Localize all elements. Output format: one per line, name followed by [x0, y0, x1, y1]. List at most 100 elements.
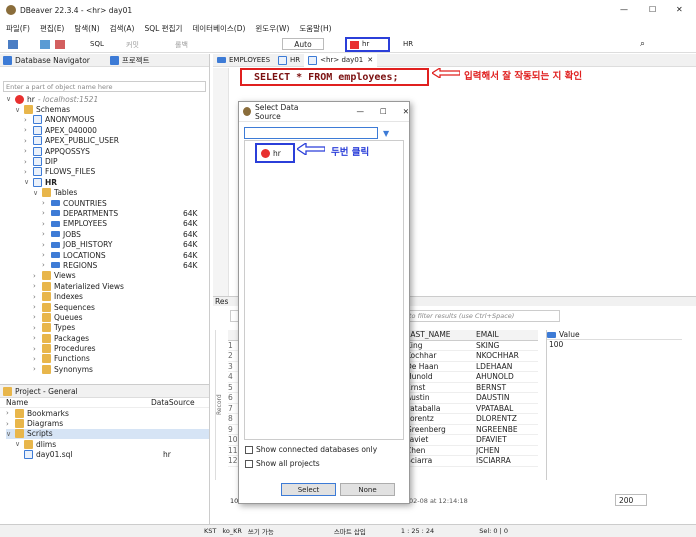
cell-email[interactable]: VPATABAL: [476, 404, 536, 413]
search-icon[interactable]: ⌕: [640, 39, 645, 49]
hr-schema-node[interactable]: HR: [45, 178, 57, 187]
show-connected-checkbox[interactable]: Show connected databases only: [245, 445, 377, 454]
tab-hr[interactable]: HR: [274, 53, 304, 67]
dialog-close[interactable]: ✕: [403, 107, 409, 116]
schema-node[interactable]: › DIP: [6, 156, 209, 167]
table-node[interactable]: › EMPLOYEES 64K: [6, 219, 209, 229]
transaction-mode[interactable]: Auto: [282, 38, 324, 50]
disconnect-icon[interactable]: [55, 40, 65, 49]
minimize-button[interactable]: —: [620, 5, 628, 14]
commit-button[interactable]: 커밋: [126, 40, 139, 50]
scripts-node[interactable]: Scripts: [27, 429, 53, 438]
cell-email[interactable]: NKOCHHAR: [476, 351, 536, 360]
schema-node[interactable]: › FLOWS_FILES: [6, 167, 209, 177]
menu-navigate[interactable]: 탐색(N): [74, 23, 99, 34]
tab-project-general[interactable]: Project - General: [15, 387, 78, 396]
tables-node[interactable]: Tables: [54, 188, 77, 197]
new-connection-icon[interactable]: [8, 40, 18, 49]
cell-last-name[interactable]: Greenberg: [406, 425, 476, 434]
menu-search[interactable]: 검색(A): [110, 23, 135, 34]
dlims-folder[interactable]: dlims: [36, 440, 56, 449]
cell-email[interactable]: SKING: [476, 341, 536, 350]
cell-last-name[interactable]: Kochhar: [406, 351, 476, 360]
schema-node[interactable]: › APEX_PUBLIC_USER: [6, 136, 209, 146]
folder-node[interactable]: › Types: [6, 323, 209, 333]
sql-statement[interactable]: SELECT * FROM employees;: [254, 72, 399, 83]
folder-node[interactable]: › Views: [6, 271, 209, 281]
schema-selector[interactable]: HR: [403, 40, 413, 48]
folder-node[interactable]: › Functions: [6, 354, 209, 364]
menu-help[interactable]: 도움말(H): [299, 23, 331, 34]
cell-email[interactable]: BERNST: [476, 383, 536, 392]
datasource-item-hr[interactable]: hr: [255, 143, 295, 163]
bookmarks-node[interactable]: Bookmarks: [27, 409, 69, 418]
folder-node[interactable]: › Packages: [6, 333, 209, 343]
cell-last-name[interactable]: Pataballa: [406, 404, 476, 413]
day01-file[interactable]: day01.sql: [36, 450, 163, 459]
tab-employees[interactable]: EMPLOYEES: [213, 53, 274, 67]
tab-value[interactable]: Value: [559, 330, 580, 339]
cell-last-name[interactable]: Hunold: [406, 372, 476, 381]
none-button[interactable]: None: [340, 483, 395, 496]
folder-node[interactable]: › Materialized Views: [6, 281, 209, 291]
cell-last-name[interactable]: Austin: [406, 393, 476, 402]
folder-node[interactable]: › Queues: [6, 312, 209, 322]
close-button[interactable]: ✕: [676, 5, 683, 14]
dialog-minimize[interactable]: —: [356, 107, 364, 116]
menu-edit[interactable]: 편집(E): [40, 23, 64, 34]
dialog-filter-icon[interactable]: ▼: [383, 129, 389, 138]
folder-node[interactable]: › Sequences: [6, 302, 209, 312]
datasource-selector[interactable]: hr: [345, 37, 390, 52]
tab-database-navigator[interactable]: Database Navigator: [15, 56, 90, 65]
diagrams-node[interactable]: Diagrams: [27, 419, 63, 428]
cell-email[interactable]: DFAVIET: [476, 435, 536, 444]
filter-input[interactable]: Enter a part of object name here: [4, 83, 113, 91]
table-node[interactable]: › COUNTRIES: [6, 198, 209, 208]
cell-email[interactable]: DLORENTZ: [476, 414, 536, 423]
schema-node[interactable]: › APPQOSSYS: [6, 146, 209, 156]
maximize-button[interactable]: ☐: [649, 5, 656, 14]
cell-last-name[interactable]: De Haan: [406, 362, 476, 371]
schemas-node[interactable]: Schemas: [36, 105, 70, 114]
cell-last-name[interactable]: Lorentz: [406, 414, 476, 423]
cell-email[interactable]: LDEHAAN: [476, 362, 536, 371]
menu-window[interactable]: 윈도우(W): [255, 23, 289, 34]
table-node[interactable]: › DEPARTMENTS 64K: [6, 208, 209, 218]
connection-node[interactable]: hr: [27, 95, 35, 104]
connect-icon[interactable]: [40, 40, 50, 49]
sql-button[interactable]: SQL: [90, 40, 104, 48]
fetch-limit[interactable]: 200: [615, 494, 647, 506]
cell-last-name[interactable]: Ernst: [406, 383, 476, 392]
select-button[interactable]: Select: [281, 483, 336, 496]
cell-email[interactable]: NGREENBE: [476, 425, 536, 434]
table-node[interactable]: › LOCATIONS 64K: [6, 250, 209, 260]
cell-email[interactable]: DAUSTIN: [476, 393, 536, 402]
menu-file[interactable]: 파일(F): [6, 23, 30, 34]
table-node[interactable]: › JOBS 64K: [6, 229, 209, 239]
cell-email[interactable]: ISCIARRA: [476, 456, 536, 465]
tab-projects[interactable]: 프로젝트: [122, 55, 150, 66]
folder-node[interactable]: › Procedures: [6, 343, 209, 354]
cell-email[interactable]: JCHEN: [476, 446, 536, 455]
folder-node[interactable]: › Indexes: [6, 291, 209, 302]
cell-last-name[interactable]: Faviet: [406, 435, 476, 444]
show-all-projects-checkbox[interactable]: Show all projects: [245, 459, 320, 468]
dialog-filter-input[interactable]: [244, 127, 378, 139]
column-email[interactable]: EMAIL: [476, 330, 536, 339]
cell-email[interactable]: AHUNOLD: [476, 372, 536, 381]
table-node[interactable]: › JOB_HISTORY 64K: [6, 239, 209, 249]
cell-last-name[interactable]: King: [406, 341, 476, 350]
menu-database[interactable]: 데이터베이스(D): [192, 23, 245, 34]
menu-sql-editor[interactable]: SQL 편집기: [144, 23, 182, 34]
cell-last-name[interactable]: Chen: [406, 446, 476, 455]
tab-results[interactable]: Res: [213, 297, 228, 306]
folder-node[interactable]: › Synonyms: [6, 364, 209, 374]
dialog-maximize[interactable]: ☐: [380, 107, 387, 116]
column-last-name[interactable]: LAST_NAME: [406, 330, 476, 339]
cell-last-name[interactable]: Sciarra: [406, 456, 476, 465]
table-node[interactable]: › REGIONS 64K: [6, 260, 209, 270]
rollback-button[interactable]: 롤백: [175, 40, 188, 50]
schema-node[interactable]: › ANONYMOUS: [6, 115, 209, 125]
tab-day01[interactable]: <hr> day01 ✕: [304, 53, 378, 67]
record-toggle[interactable]: Record: [215, 330, 227, 480]
